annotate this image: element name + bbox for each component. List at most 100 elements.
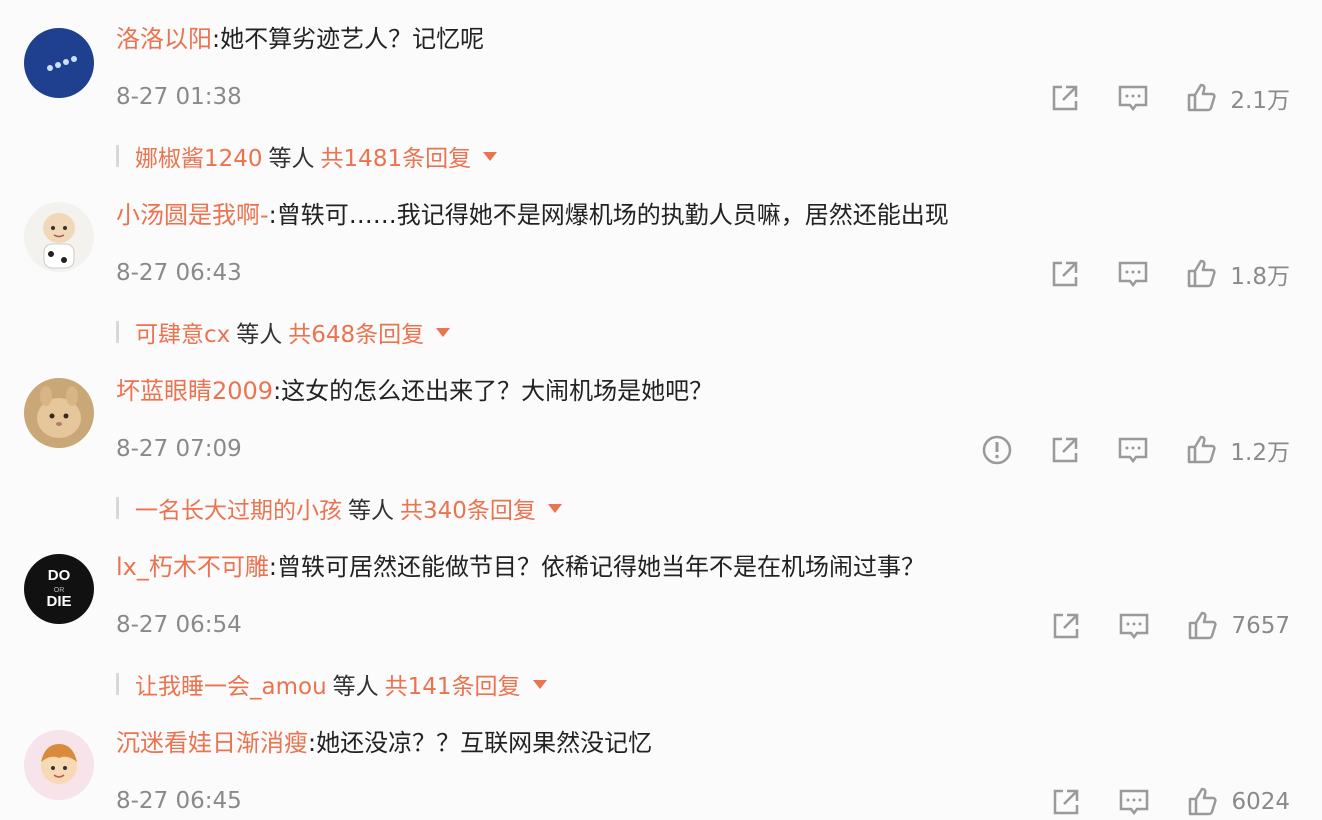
reply-divider: [116, 321, 119, 343]
like-count: 1.8万: [1230, 264, 1290, 290]
like-button[interactable]: 1.8万: [1184, 257, 1290, 291]
avatar-text-do: DO: [48, 567, 71, 584]
reply-divider: [116, 673, 119, 695]
like-button[interactable]: 2.1万: [1184, 81, 1290, 115]
avatar-image: [24, 202, 94, 272]
like-count: 7657: [1231, 613, 1290, 639]
like-button[interactable]: 1.2万: [1184, 433, 1290, 467]
like-icon: [1188, 435, 1217, 464]
like-count: 1.2万: [1230, 440, 1290, 466]
action-bar: 6024: [1015, 784, 1290, 820]
share-button[interactable]: [1048, 433, 1082, 467]
share-button[interactable]: [1049, 785, 1083, 819]
comment-icon: [1120, 789, 1149, 816]
share-button[interactable]: [1048, 81, 1082, 115]
reply-username[interactable]: 娜椒酱1240: [135, 139, 263, 173]
reply-count-link[interactable]: 共340条回复: [400, 491, 536, 525]
share-icon: [1053, 261, 1078, 287]
comment-item: 小汤圆是我啊-:曾轶可……我记得她不是网爆机场的执勤人员嘛，居然还能出现 8-2…: [0, 184, 1322, 360]
avatar-image: [24, 378, 94, 448]
action-bar: 7657: [1015, 608, 1290, 644]
comment-item: DO OR DIE lx_朽木不可雕:曾轶可居然还能做节目？依稀记得她当年不是在…: [0, 536, 1322, 712]
reply-etc-label: 等人: [236, 322, 283, 348]
report-button[interactable]: [980, 433, 1014, 467]
comment-button[interactable]: [1116, 81, 1150, 115]
comment-line: 小汤圆是我啊-:曾轶可……我记得她不是网爆机场的执勤人员嘛，居然还能出现: [116, 198, 949, 232]
reply-etc-label: 等人: [332, 674, 379, 700]
like-icon: [1188, 83, 1217, 112]
comment-icon: [1119, 437, 1148, 464]
like-button[interactable]: 6024: [1185, 785, 1290, 819]
share-icon: [1053, 437, 1078, 463]
reply-username[interactable]: 一名长大过期的小孩: [135, 491, 342, 525]
like-count: 6024: [1231, 789, 1290, 815]
comment-icon: [1120, 613, 1149, 640]
like-icon: [1189, 611, 1218, 640]
share-button[interactable]: [1049, 609, 1083, 643]
dropdown-caret-icon[interactable]: [436, 327, 451, 337]
comment-icon: [1119, 261, 1148, 288]
comment-text: :曾轶可居然还能做节目？依稀记得她当年不是在机场闹过事？: [268, 553, 925, 581]
reply-divider: [116, 145, 119, 167]
dropdown-caret-icon[interactable]: [483, 151, 498, 161]
timestamp: 8-27 06:45: [116, 788, 242, 814]
share-icon: [1054, 789, 1079, 815]
action-bar: 1.8万: [1014, 256, 1290, 292]
avatar-image: [24, 730, 94, 800]
comment-item: 洛洛以阳:她不算劣迹艺人？记忆呢 8-27 01:38 2.1万 娜椒酱1240…: [0, 8, 1322, 184]
action-bar: 2.1万: [1014, 80, 1290, 116]
replies-row[interactable]: 娜椒酱1240 等人 共1481条回复: [116, 138, 498, 174]
timestamp: 8-27 06:54: [116, 612, 242, 638]
comment-text: :她还没凉？？互联网果然没记忆: [308, 729, 653, 757]
username-link[interactable]: 坏蓝眼睛2009: [116, 377, 273, 405]
comment-button[interactable]: [1116, 257, 1150, 291]
comment-text: :这女的怎么还出来了？大闹机场是她吧？: [273, 377, 714, 405]
share-icon: [1054, 613, 1079, 639]
comment-line: 坏蓝眼睛2009:这女的怎么还出来了？大闹机场是她吧？: [116, 374, 713, 408]
avatar-text-die: DIE: [46, 593, 71, 610]
comment-line: lx_朽木不可雕:曾轶可居然还能做节目？依稀记得她当年不是在机场闹过事？: [116, 550, 925, 584]
share-icon: [1053, 85, 1078, 111]
avatar[interactable]: [24, 28, 94, 98]
comment-line: 洛洛以阳:她不算劣迹艺人？记忆呢: [116, 22, 484, 56]
like-count: 2.1万: [1230, 88, 1290, 114]
like-icon: [1188, 259, 1217, 288]
replies-row[interactable]: 可肆意cx 等人 共648条回复: [116, 314, 451, 350]
reply-etc-label: 等人: [348, 498, 394, 524]
comment-line: 沉迷看娃日渐消瘦:她还没凉？？互联网果然没记忆: [116, 726, 652, 760]
avatar[interactable]: [24, 730, 94, 800]
comment-button[interactable]: [1117, 785, 1151, 819]
avatar[interactable]: [24, 378, 94, 448]
username-link[interactable]: 沉迷看娃日渐消瘦: [116, 729, 308, 757]
dropdown-caret-icon[interactable]: [532, 679, 547, 689]
dropdown-caret-icon[interactable]: [547, 503, 562, 513]
username-link[interactable]: lx_朽木不可雕: [116, 553, 269, 581]
report-icon: [983, 435, 1012, 465]
reply-divider: [116, 497, 119, 519]
comment-button[interactable]: [1116, 433, 1150, 467]
username-link[interactable]: 小汤圆是我啊-: [116, 201, 269, 229]
share-button[interactable]: [1048, 257, 1082, 291]
timestamp: 8-27 01:38: [116, 84, 242, 110]
username-link[interactable]: 洛洛以阳: [116, 25, 212, 53]
reply-username[interactable]: 让我睡一会_amou: [135, 667, 327, 701]
comment-button[interactable]: [1117, 609, 1151, 643]
reply-count-link[interactable]: 共141条回复: [385, 667, 521, 701]
like-button[interactable]: 7657: [1185, 609, 1290, 643]
timestamp: 8-27 06:43: [116, 260, 242, 286]
reply-count-link[interactable]: 共1481条回复: [321, 139, 472, 173]
avatar[interactable]: [24, 202, 94, 272]
reply-count-link[interactable]: 共648条回复: [288, 315, 424, 349]
comment-item: 坏蓝眼睛2009:这女的怎么还出来了？大闹机场是她吧？ 8-27 07:09 1…: [0, 360, 1322, 536]
avatar[interactable]: DO OR DIE: [24, 554, 94, 624]
comment-text: :她不算劣迹艺人？记忆呢: [212, 25, 485, 53]
reply-username[interactable]: 可肆意cx: [135, 315, 230, 349]
replies-row[interactable]: 让我睡一会_amou 等人 共141条回复: [116, 666, 547, 702]
like-icon: [1189, 787, 1218, 816]
avatar-image: DO OR DIE: [24, 554, 94, 624]
avatar-image: [24, 28, 94, 98]
comment-item: 沉迷看娃日渐消瘦:她还没凉？？互联网果然没记忆 8-27 06:45 6024: [0, 712, 1322, 816]
action-bar: 1.2万: [946, 432, 1290, 468]
replies-row[interactable]: 一名长大过期的小孩 等人 共340条回复: [116, 490, 562, 526]
timestamp: 8-27 07:09: [116, 436, 242, 462]
